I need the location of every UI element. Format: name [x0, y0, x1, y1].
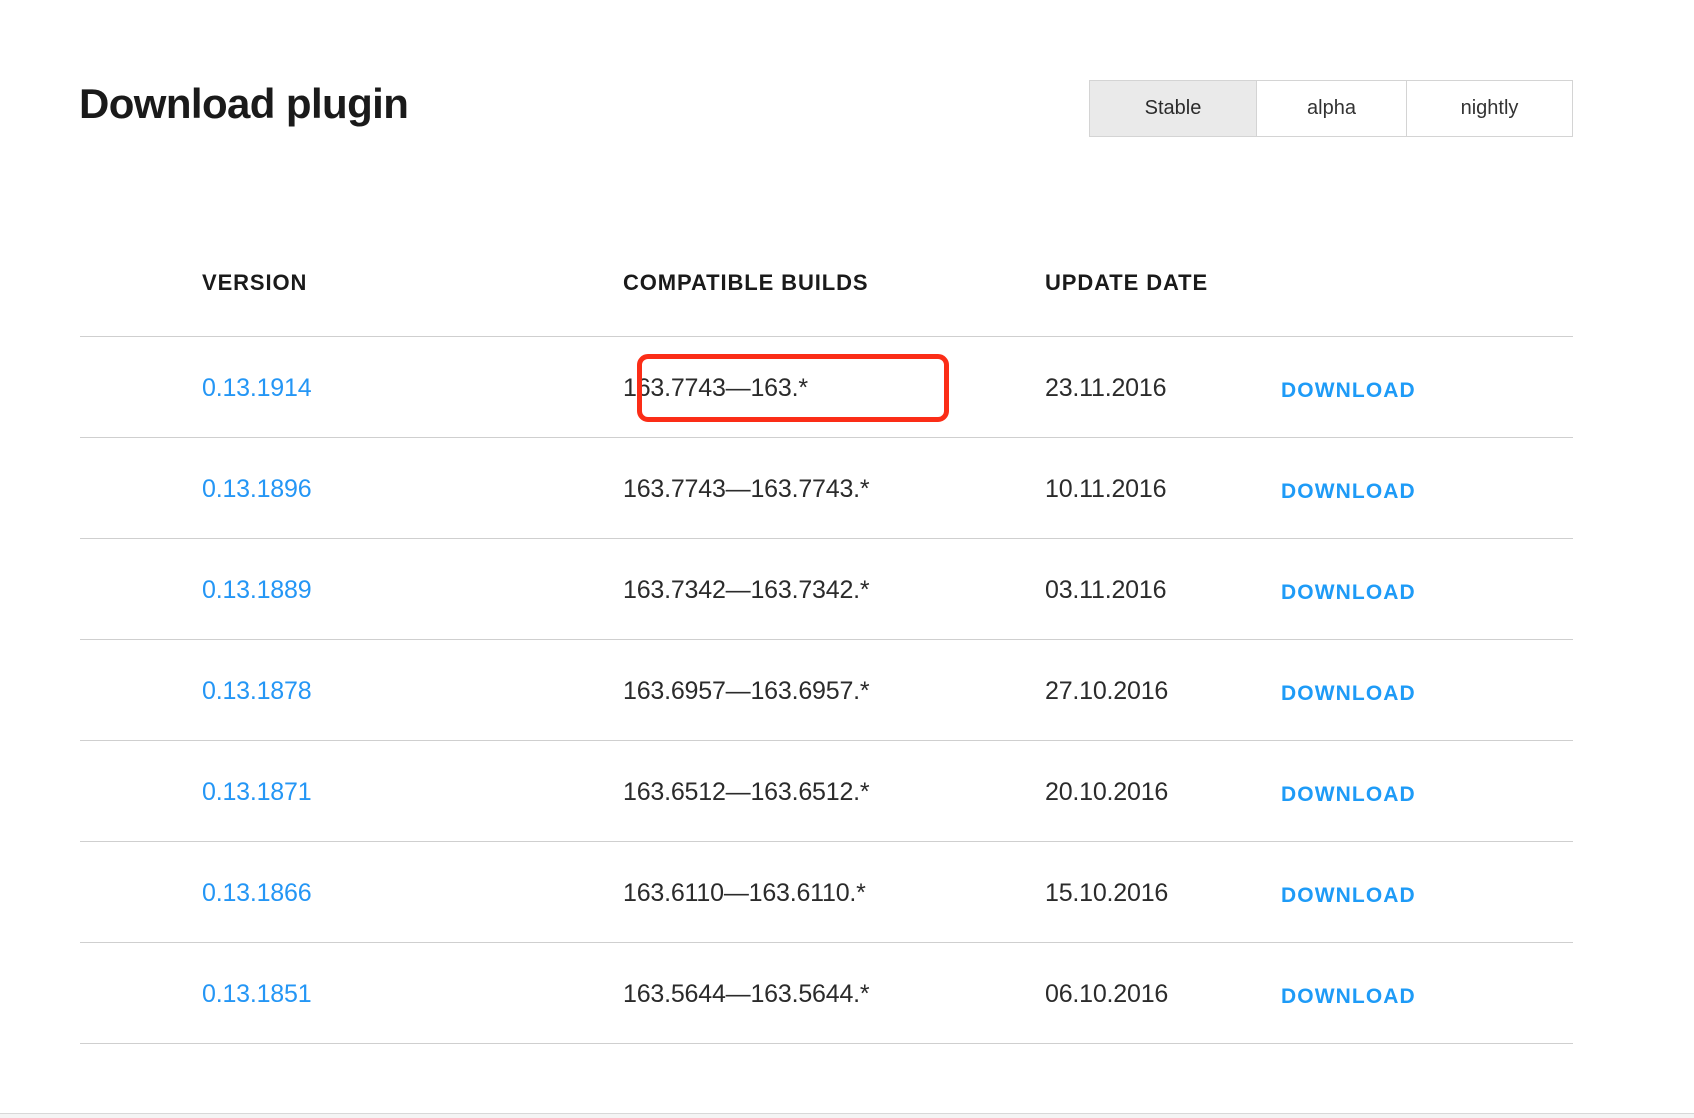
compatible-builds-value: 163.7342—163.7342.* [623, 576, 870, 604]
version-link[interactable]: 0.13.1878 [202, 676, 312, 706]
table-row: 0.13.1889 163.7342—163.7342.* 03.11.2016… [80, 538, 1573, 639]
channel-tab-group: Stable alpha nightly [1089, 80, 1573, 137]
download-link[interactable]: DOWNLOAD [1281, 679, 1416, 709]
update-date-value: 10.11.2016 [1045, 475, 1167, 503]
download-table: VERSION COMPATIBLE BUILDS UPDATE DATE 0.… [80, 268, 1573, 1044]
table-body: 0.13.1914 163.7743—163.* 23.11.2016 DOWN… [80, 336, 1573, 1044]
download-link[interactable]: DOWNLOAD [1281, 982, 1416, 1012]
compatible-builds-value: 163.6957—163.6957.* [623, 677, 870, 705]
compatible-builds-value: 163.7743—163.7743.* [623, 475, 870, 503]
update-date-value: 06.10.2016 [1045, 980, 1169, 1008]
tab-nightly[interactable]: nightly [1407, 81, 1572, 136]
update-date-value: 03.11.2016 [1045, 576, 1167, 604]
compatible-builds-value: 163.6110—163.6110.* [623, 879, 866, 907]
download-link[interactable]: DOWNLOAD [1281, 881, 1416, 911]
table-row: 0.13.1914 163.7743—163.* 23.11.2016 DOWN… [80, 336, 1573, 437]
update-date-value: 23.11.2016 [1045, 374, 1167, 402]
download-link[interactable]: DOWNLOAD [1281, 780, 1416, 810]
table-row: 0.13.1878 163.6957—163.6957.* 27.10.2016… [80, 639, 1573, 740]
version-link[interactable]: 0.13.1889 [202, 575, 312, 605]
page-title: Download plugin [79, 80, 409, 127]
compatible-builds-value: 163.7743—163.* [623, 374, 808, 402]
update-date-value: 27.10.2016 [1045, 677, 1169, 705]
column-header-compatible-builds: COMPATIBLE BUILDS [623, 270, 869, 295]
version-link[interactable]: 0.13.1851 [202, 979, 312, 1009]
download-link[interactable]: DOWNLOAD [1281, 376, 1416, 406]
table-bottom-rule [80, 1043, 1573, 1044]
table-row: 0.13.1851 163.5644—163.5644.* 06.10.2016… [80, 942, 1573, 1043]
compatible-builds-value: 163.5644—163.5644.* [623, 980, 870, 1008]
column-header-version: VERSION [202, 270, 308, 295]
tab-alpha[interactable]: alpha [1257, 81, 1407, 136]
table-row: 0.13.1871 163.6512—163.6512.* 20.10.2016… [80, 740, 1573, 841]
update-date-value: 15.10.2016 [1045, 879, 1169, 907]
download-link[interactable]: DOWNLOAD [1281, 477, 1416, 507]
page-header: Download plugin Stable alpha nightly [0, 0, 1694, 170]
update-date-value: 20.10.2016 [1045, 778, 1169, 806]
tab-stable[interactable]: Stable [1090, 81, 1257, 136]
version-link[interactable]: 0.13.1896 [202, 474, 312, 504]
column-header-update-date: UPDATE DATE [1045, 270, 1209, 295]
table-header-row: VERSION COMPATIBLE BUILDS UPDATE DATE [80, 268, 1573, 336]
version-link[interactable]: 0.13.1871 [202, 777, 312, 807]
table-row: 0.13.1866 163.6110—163.6110.* 15.10.2016… [80, 841, 1573, 942]
download-link[interactable]: DOWNLOAD [1281, 578, 1416, 608]
table-row: 0.13.1896 163.7743—163.7743.* 10.11.2016… [80, 437, 1573, 538]
version-link[interactable]: 0.13.1914 [202, 373, 312, 403]
version-link[interactable]: 0.13.1866 [202, 878, 312, 908]
page-bottom-strip [0, 1113, 1694, 1118]
compatible-builds-value: 163.6512—163.6512.* [623, 778, 870, 806]
